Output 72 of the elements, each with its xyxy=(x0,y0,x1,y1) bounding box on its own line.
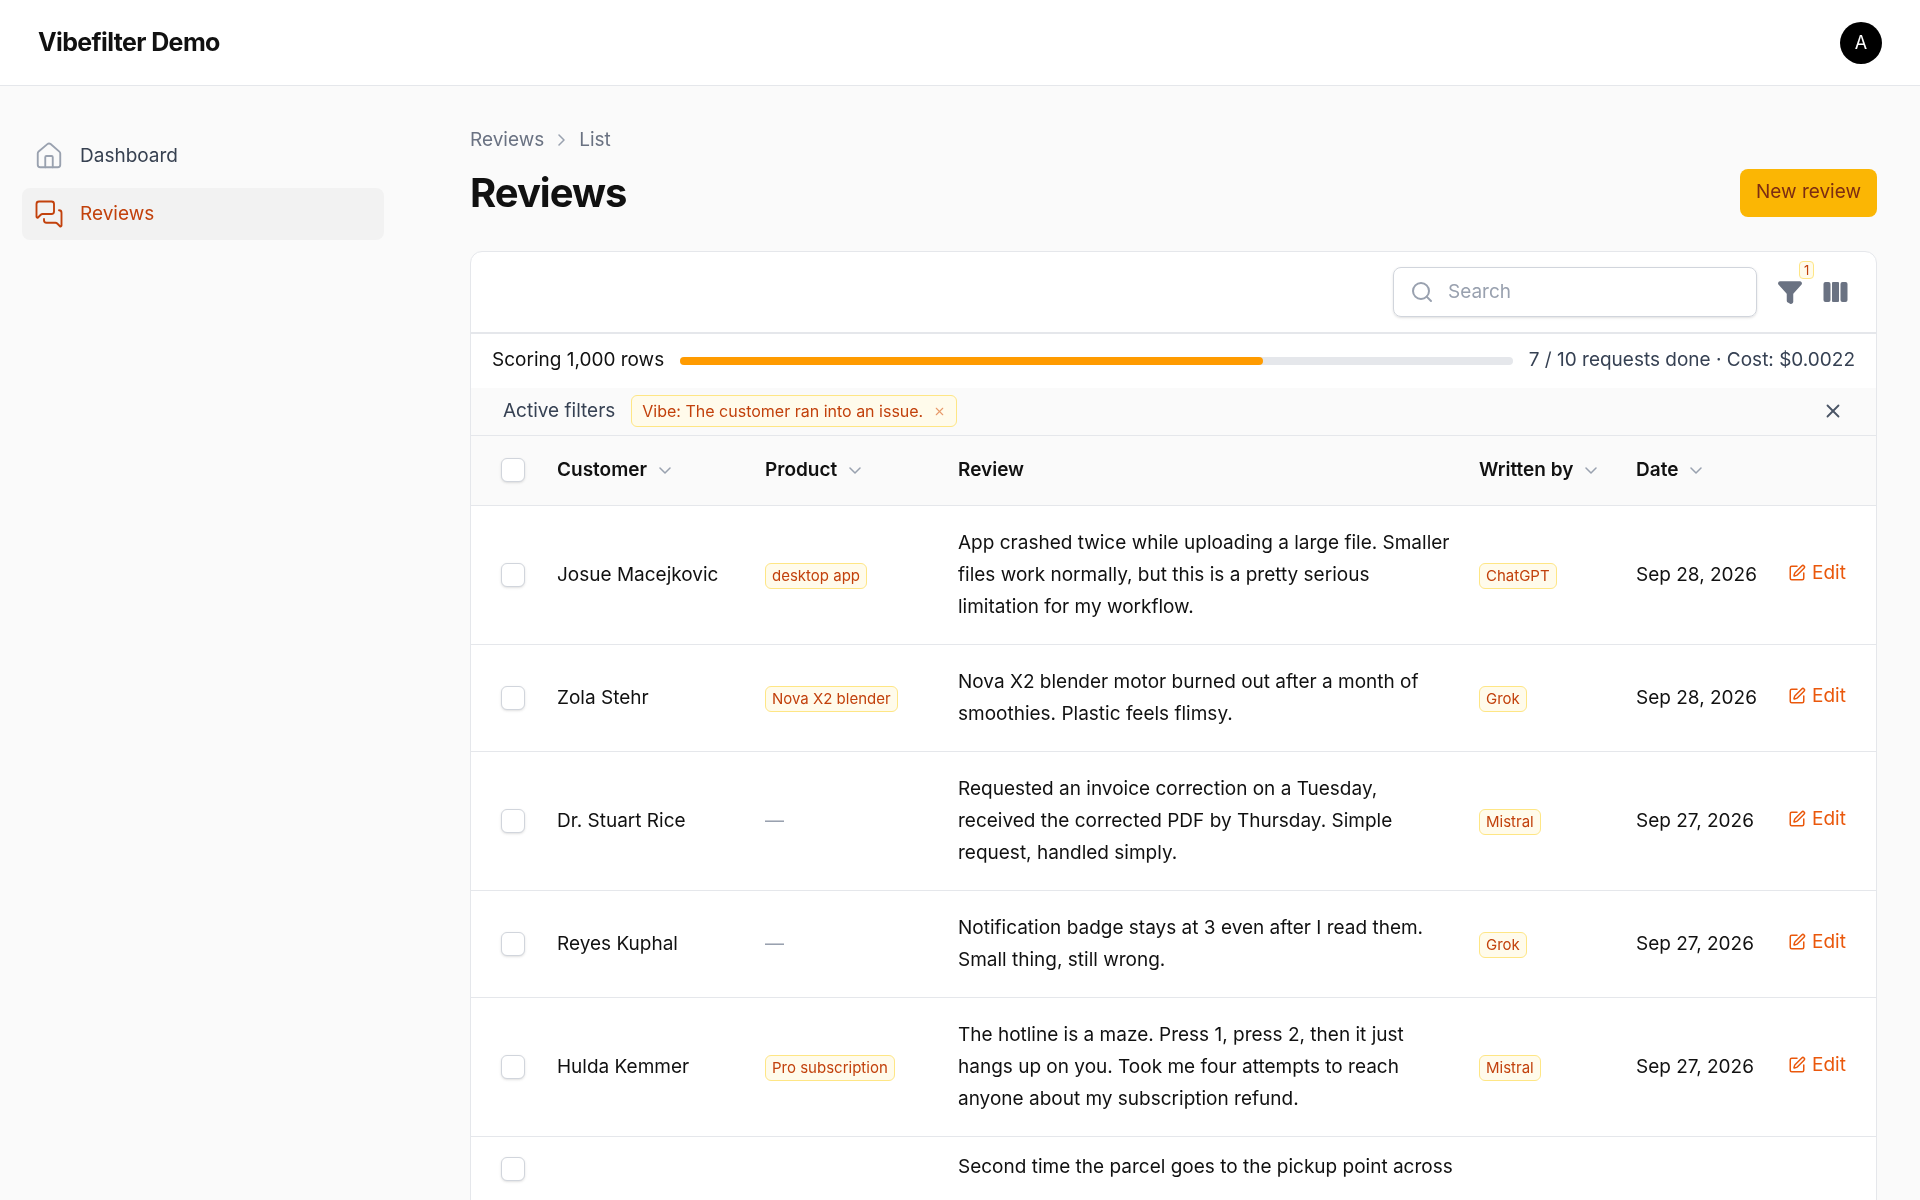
review-text: Requested an invoice correction on a Tuesday, received the corrected PDF by Thursday. Simple request, handled simply. xyxy=(958,777,1393,864)
row-checkbox[interactable] xyxy=(501,932,525,956)
filter-icon[interactable] xyxy=(1777,278,1803,305)
filter-count-badge: 1 xyxy=(1799,260,1815,279)
customer-name: Dr. Stuart Rice xyxy=(557,808,686,832)
breadcrumb-link[interactable]: List xyxy=(579,126,611,155)
edit-link[interactable]: Edit xyxy=(1788,928,1846,957)
review-text: The hotline is a maze. Press 1, press 2, then it just hangs up on you. Took me four attempts to reach anyone about my subscription refund. xyxy=(958,1023,1404,1110)
review-text: Notification badge stays at 3 even after I read them. Small thing, still wrong. xyxy=(958,916,1424,971)
edit-link[interactable]: Edit xyxy=(1788,559,1846,588)
column-header[interactable]: Written by xyxy=(1479,456,1598,485)
active-filters-label: Active filters xyxy=(503,397,616,424)
page-title: Reviews xyxy=(470,166,627,219)
edit-icon xyxy=(1788,687,1806,706)
row-checkbox[interactable] xyxy=(501,809,525,833)
column-header[interactable]: Customer xyxy=(557,456,672,485)
edit-link[interactable]: Edit xyxy=(1788,1051,1846,1080)
product-tag: Pro subscription xyxy=(765,1054,895,1082)
home-icon xyxy=(34,141,64,171)
progress-label: Scoring 1,000 rows xyxy=(492,347,665,374)
author-tag: Grok xyxy=(1479,931,1527,959)
sidebar-item[interactable]: Reviews xyxy=(22,188,384,240)
select-all-checkbox[interactable] xyxy=(501,458,525,483)
column-header[interactable]: Review xyxy=(958,456,1025,485)
review-text: Second time the parcel goes to the pickup point across xyxy=(958,1155,1453,1178)
edit-icon xyxy=(1788,1056,1806,1075)
row-checkbox[interactable] xyxy=(501,1055,525,1079)
author-tag: Mistral xyxy=(1479,1054,1541,1082)
empty-dash: — xyxy=(765,808,784,832)
empty-dash: — xyxy=(765,931,784,955)
sidebar-item[interactable]: Dashboard xyxy=(22,130,384,182)
edit-icon xyxy=(1788,810,1806,829)
product-tag: desktop app xyxy=(765,562,868,590)
app-title: Vibefilter Demo xyxy=(38,25,220,59)
search-icon xyxy=(1410,279,1434,304)
edit-link[interactable]: Edit xyxy=(1788,805,1846,834)
date-text: Sep 28, 2026 xyxy=(1636,685,1757,709)
review-text: Nova X2 blender motor burned out after a month of smoothies. Plastic feels flimsy. xyxy=(958,670,1419,725)
progress-status: 7 / 10 requests done · Cost: $0.0022 xyxy=(1528,347,1855,374)
edit-link[interactable]: Edit xyxy=(1788,682,1846,711)
breadcrumb-link[interactable]: Reviews xyxy=(470,126,545,155)
author-tag: Grok xyxy=(1479,685,1527,713)
search-field[interactable]: Search xyxy=(1393,266,1757,317)
edit-icon xyxy=(1788,564,1806,583)
column-header[interactable]: Product xyxy=(765,456,862,485)
date-text: Sep 27, 2026 xyxy=(1636,931,1754,955)
filter-chip[interactable]: Vibe: The customer ran into an issue. xyxy=(631,395,958,427)
product-tag: Nova X2 blender xyxy=(765,685,898,713)
customer-name: Reyes Kuphal xyxy=(557,931,678,955)
chevron-down-icon xyxy=(659,466,672,474)
edit-icon xyxy=(1788,933,1806,952)
chevron-right-icon xyxy=(558,134,566,147)
author-tag: Mistral xyxy=(1479,808,1541,836)
row-checkbox[interactable] xyxy=(501,1157,525,1181)
chevron-down-icon xyxy=(1585,466,1598,474)
columns-icon[interactable] xyxy=(1823,281,1848,302)
date-text: Sep 27, 2026 xyxy=(1636,1054,1754,1078)
column-header[interactable]: Date xyxy=(1636,456,1703,485)
customer-name: Zola Stehr xyxy=(557,685,649,709)
chat-bubbles-icon xyxy=(34,199,64,229)
chevron-down-icon xyxy=(1690,466,1703,474)
row-checkbox[interactable] xyxy=(501,563,525,587)
new-review-button[interactable]: New review xyxy=(1739,168,1877,217)
row-checkbox[interactable] xyxy=(501,686,525,710)
date-text: Sep 27, 2026 xyxy=(1636,808,1754,832)
date-text: Sep 28, 2026 xyxy=(1636,562,1757,586)
customer-name: Hulda Kemmer xyxy=(557,1054,690,1078)
customer-name: Josue Macejkovic xyxy=(557,562,719,586)
review-text: App crashed twice while uploading a large file. Smaller files work normally, but this is a pretty serious limitation for my workflow. xyxy=(958,531,1450,618)
chevron-down-icon xyxy=(849,466,862,474)
user-avatar[interactable]: A xyxy=(1840,21,1882,64)
author-tag: ChatGPT xyxy=(1479,562,1557,590)
